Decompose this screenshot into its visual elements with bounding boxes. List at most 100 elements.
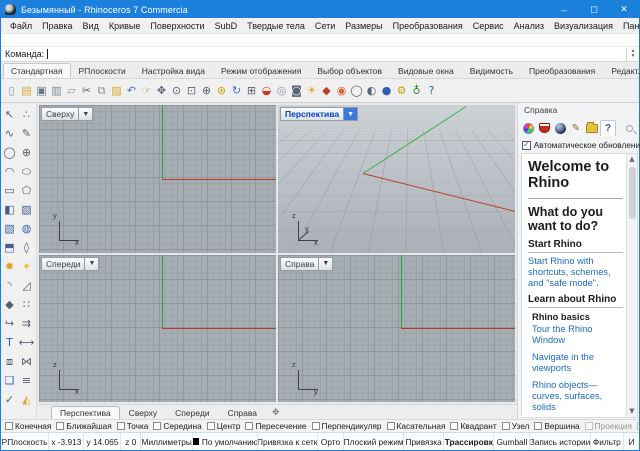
display-mode-icon[interactable]: ◆ — [319, 82, 334, 100]
zoom-selected-icon[interactable]: ⊛ — [214, 82, 229, 100]
close-button[interactable]: ✕ — [609, 1, 639, 18]
show-objects-icon[interactable]: ◎ — [274, 82, 289, 100]
viewport-right[interactable]: Справа ▼ z y — [278, 255, 515, 403]
gumball-toggle[interactable]: Gumball — [494, 433, 530, 450]
select-arrow-icon[interactable]: ↖ — [1, 105, 18, 124]
help-icon[interactable]: ? — [424, 82, 439, 100]
menu-item[interactable]: Сети — [310, 21, 340, 31]
viewport-top-label-chip[interactable]: Сверху ▼ — [41, 107, 93, 121]
color-wheel-icon[interactable]: ◉ — [334, 82, 349, 100]
menu-item[interactable]: Сервис — [468, 21, 509, 31]
checkbox-icon[interactable] — [585, 422, 593, 430]
scroll-thumb[interactable] — [629, 167, 636, 219]
revolve-icon[interactable]: ◊ — [18, 238, 35, 257]
tab-curve-edit[interactable]: Редакт. кривых — [603, 63, 640, 78]
osnap-perpendicular[interactable]: Перпендикуляр — [312, 421, 382, 431]
vptab-perspective[interactable]: Перспектива — [51, 406, 120, 419]
display-panel-tab[interactable] — [520, 120, 536, 136]
arc-icon[interactable]: ◠ — [1, 162, 18, 181]
record-history-toggle[interactable]: Запись истории — [530, 433, 590, 450]
checkbox-icon[interactable] — [312, 422, 320, 430]
search-icon[interactable] — [625, 124, 637, 136]
menu-item[interactable]: Кривые — [104, 21, 146, 31]
checkbox-icon[interactable] — [637, 422, 639, 430]
tab-display-mode[interactable]: Режим отображения — [213, 63, 309, 78]
dimension-icon[interactable]: ⟷ — [18, 333, 35, 352]
vptab-top[interactable]: Сверху — [120, 406, 166, 419]
point-icon[interactable]: ∴ — [18, 105, 35, 124]
notes-panel-tab[interactable]: ✎ — [568, 120, 584, 136]
vptab-front[interactable]: Спереди — [166, 406, 218, 419]
minimize-button[interactable]: – — [549, 1, 579, 18]
hide-objects-icon[interactable]: ◒ — [259, 82, 274, 100]
tab-visibility[interactable]: Видимость — [462, 63, 521, 78]
units-button[interactable]: Миллиметры — [141, 433, 193, 450]
viewport-move-icon[interactable]: ✥ — [266, 408, 286, 419]
paste-icon[interactable]: ▨ — [109, 82, 124, 100]
rendered-sphere-icon[interactable]: ● — [379, 82, 394, 100]
menu-item[interactable]: Панели — [618, 21, 640, 31]
fillet-icon[interactable]: ◝ — [1, 276, 18, 295]
wireframe-sphere-icon[interactable]: ◯ — [349, 82, 364, 100]
viewport-perspective-label-chip[interactable]: Перспектива ▼ — [280, 107, 358, 121]
osnap-intersection[interactable]: Пересечение — [245, 421, 306, 431]
tab-viewports[interactable]: Видовые окна — [390, 63, 462, 78]
help-link[interactable]: Navigate in the viewports — [532, 352, 623, 374]
rotate-view-icon[interactable]: ↻ — [229, 82, 244, 100]
osnap-disable[interactable]: Откл — [637, 421, 639, 431]
smarttrack-toggle[interactable]: Трассировк — [444, 433, 494, 450]
move-icon[interactable]: ✥ — [154, 82, 169, 100]
cut-icon[interactable]: ✂ — [79, 82, 94, 100]
surface-icon[interactable]: ◧ — [1, 200, 18, 219]
osnap-knot[interactable]: Узел — [502, 421, 530, 431]
viewport-perspective[interactable]: Перспектива ▼ z y x — [278, 105, 515, 253]
checkbox-icon[interactable] — [245, 422, 253, 430]
print-icon[interactable]: ▥ — [49, 82, 64, 100]
help-link[interactable]: Rhino objects—curves, surfaces, solids — [532, 380, 623, 413]
sphere-view-icon[interactable]: ⊕ — [18, 143, 35, 162]
polyline-icon[interactable]: ∿ — [1, 124, 18, 143]
layers-panel-tab[interactable] — [536, 120, 552, 136]
osnap-toggle[interactable]: Привязка — [404, 433, 444, 450]
split-icon[interactable]: ∷ — [18, 295, 35, 314]
checkbox-icon[interactable] — [56, 422, 64, 430]
osnap-tangent[interactable]: Касательная — [387, 421, 446, 431]
render-settings-icon[interactable]: ⚙ — [394, 82, 409, 100]
osnap-mid[interactable]: Середина — [153, 421, 201, 431]
check-icon[interactable]: ✓ — [1, 390, 18, 409]
filter-button[interactable]: Фильтр — [591, 433, 625, 450]
export-icon[interactable]: ▱ — [64, 82, 79, 100]
checkbox-icon[interactable] — [153, 422, 161, 430]
checkbox-icon[interactable] — [117, 422, 125, 430]
tab-cplanes[interactable]: РПлоскости — [71, 63, 134, 78]
rectangle-icon[interactable]: ▭ — [1, 181, 18, 200]
help-start-link[interactable]: Start Rhino with shortcuts, schemes, and… — [528, 256, 623, 289]
menu-item[interactable]: Размеры — [340, 21, 387, 31]
viewport-right-label-chip[interactable]: Справа ▼ — [280, 257, 333, 271]
osnap-quadrant[interactable]: Квадрант — [450, 421, 496, 431]
command-history[interactable] — [1, 34, 639, 47]
viewport-front-label-chip[interactable]: Спереди ▼ — [41, 257, 99, 271]
polygon-icon[interactable]: ⬠ — [18, 181, 35, 200]
viewport-front[interactable]: Спереди ▼ z x — [39, 255, 276, 403]
zoom-window-icon[interactable]: ⊡ — [184, 82, 199, 100]
checkbox-icon[interactable] — [5, 422, 13, 430]
menu-item[interactable]: Поверхности — [145, 21, 209, 31]
ellipse-icon[interactable]: ⬭ — [18, 162, 35, 181]
osnap-vertex[interactable]: Вершина — [534, 421, 579, 431]
checkbox-icon[interactable] — [450, 422, 458, 430]
text-icon[interactable]: T — [1, 333, 18, 352]
checkbox-icon[interactable] — [207, 422, 215, 430]
osnap-near[interactable]: Ближайшая — [56, 421, 111, 431]
open-file-icon[interactable]: ▤ — [19, 82, 34, 100]
group-icon[interactable]: ❏ — [1, 371, 18, 390]
auto-update-checkbox[interactable]: ✓ — [522, 141, 531, 150]
menu-item[interactable]: Анализ — [509, 21, 549, 31]
patch-icon[interactable]: ▨ — [18, 200, 35, 219]
scroll-down-icon[interactable]: ▼ — [629, 406, 634, 417]
vptab-right[interactable]: Справа — [219, 406, 266, 419]
curve-edit-icon[interactable]: ↪ — [1, 314, 18, 333]
box-icon[interactable]: ▧ — [1, 219, 18, 238]
extrude-icon[interactable]: ⬒ — [1, 238, 18, 257]
help-scrollbar[interactable]: ▲ ▼ — [626, 154, 637, 417]
